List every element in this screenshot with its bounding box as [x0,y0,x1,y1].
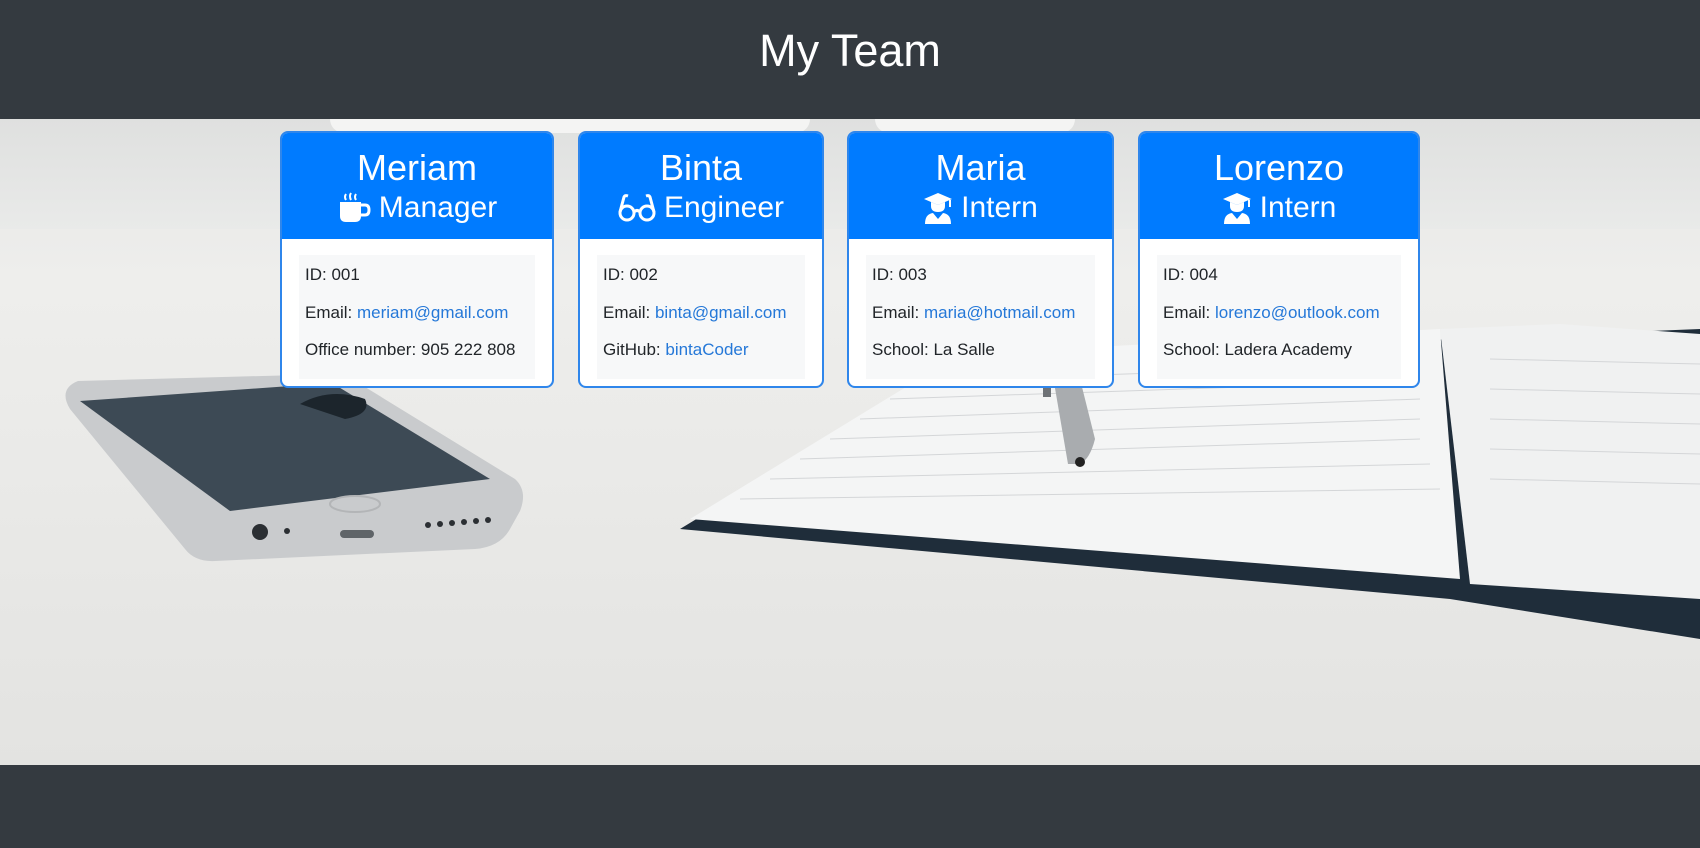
employee-card-maria: Maria Intern ID: 003 Email: maria@hotmai… [847,131,1114,388]
role-label: Engineer [663,191,785,224]
employee-role: Intern [923,189,1038,227]
email-link[interactable]: binta@gmail.com [655,303,787,322]
employee-role: Manager [337,189,497,227]
team-cards: Meriam Manager ID: 001 Email: meriam@gma… [0,131,1700,391]
card-header: Meriam Manager [282,133,552,239]
github-link[interactable]: bintaCoder [665,340,748,359]
email-link[interactable]: maria@hotmail.com [924,303,1075,322]
email-item: Email: lorenzo@outlook.com [1163,302,1380,322]
school-name: La Salle [933,340,995,359]
github-item: GitHub: bintaCoder [603,340,749,359]
info-list: ID: 001 Email: meriam@gmail.com Office n… [299,255,535,379]
mug-icon [339,192,371,222]
id-item: ID: 002 [603,265,658,284]
email-link[interactable]: meriam@gmail.com [357,303,508,322]
email-item: Email: maria@hotmail.com [872,302,1076,322]
employee-name: Maria [935,147,1026,188]
card-header: Binta Engineer [580,133,822,239]
school-item: School: Ladera Academy [1163,340,1353,359]
employee-card-lorenzo: Lorenzo Intern ID: 004 Email: lorenzo@ou… [1138,131,1420,388]
info-list: ID: 002 Email: binta@gmail.com GitHub: b… [597,255,805,379]
employee-role: Intern [1222,189,1337,227]
employee-id: 004 [1189,265,1218,284]
id-item: ID: 004 [1163,265,1218,284]
email-item: Email: binta@gmail.com [603,302,787,322]
page-footer [0,765,1700,848]
school-name: Ladera Academy [1224,340,1353,359]
role-label: Intern [1259,191,1337,224]
graduate-icon [924,193,953,224]
email-link[interactable]: lorenzo@outlook.com [1215,303,1380,322]
employee-name: Binta [659,147,743,188]
id-item: ID: 001 [305,265,360,284]
graduate-icon [1222,193,1251,224]
school-item: School: La Salle [872,340,995,359]
employee-id: 003 [898,265,927,284]
office-number: 905 222 808 [420,340,516,359]
employee-id: 002 [629,265,658,284]
email-item: Email: meriam@gmail.com [305,302,509,322]
phone-image [65,374,524,562]
employee-role: Engineer [618,189,784,227]
role-label: Intern [961,191,1038,224]
page-header: My Team [0,0,1700,119]
info-list: ID: 004 Email: lorenzo@outlook.com Schoo… [1157,255,1401,379]
id-item: ID: 003 [872,265,927,284]
card-header: Maria Intern [849,133,1112,239]
info-list: ID: 003 Email: maria@hotmail.com School:… [866,255,1095,379]
card-header: Lorenzo Intern [1140,133,1418,239]
employee-card-binta: Binta Engineer ID: 002 Email: binta@gmai… [578,131,824,388]
glasses-icon [618,194,656,222]
role-label: Manager [378,191,498,224]
employee-name: Meriam [356,147,477,188]
employee-card-meriam: Meriam Manager ID: 001 Email: meriam@gma… [280,131,554,388]
office-number-item: Office number: 905 222 808 [305,340,516,359]
employee-name: Lorenzo [1213,147,1345,188]
employee-id: 001 [331,265,360,284]
page-title: My Team [759,24,941,76]
